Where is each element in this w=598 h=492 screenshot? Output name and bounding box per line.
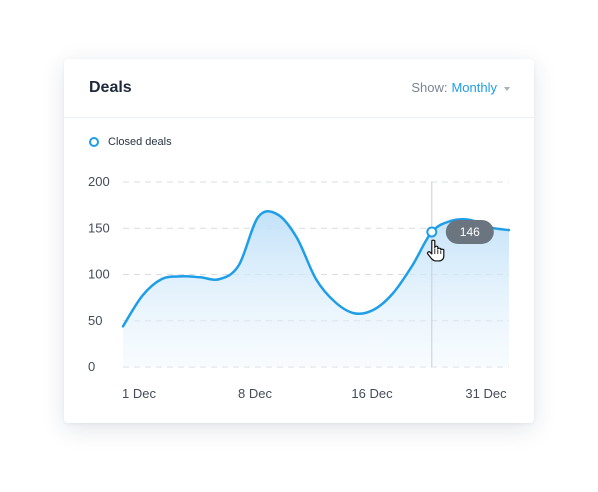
y-tick-label: 100	[88, 267, 110, 282]
data-point-marker[interactable]	[426, 226, 438, 238]
y-tick-label: 0	[88, 359, 95, 374]
x-tick-label: 1 Dec	[122, 386, 156, 401]
x-tick-label: 16 Dec	[351, 386, 393, 401]
deals-card: Deals Show: Monthly Closed deals 200 150 1…	[64, 59, 534, 423]
y-tick-label: 200	[88, 174, 110, 189]
y-tick-label: 150	[88, 220, 110, 235]
x-tick-label: 31 Dec	[465, 386, 507, 401]
y-tick-label: 50	[88, 313, 102, 328]
x-tick-label: 8 Dec	[238, 386, 272, 401]
deals-chart[interactable]: 200 150 100 50 0 1 Dec 8 Dec 16 Dec 31 Dec 146	[64, 59, 534, 423]
tooltip-value: 146	[460, 225, 480, 239]
value-tooltip: 146	[445, 219, 494, 244]
